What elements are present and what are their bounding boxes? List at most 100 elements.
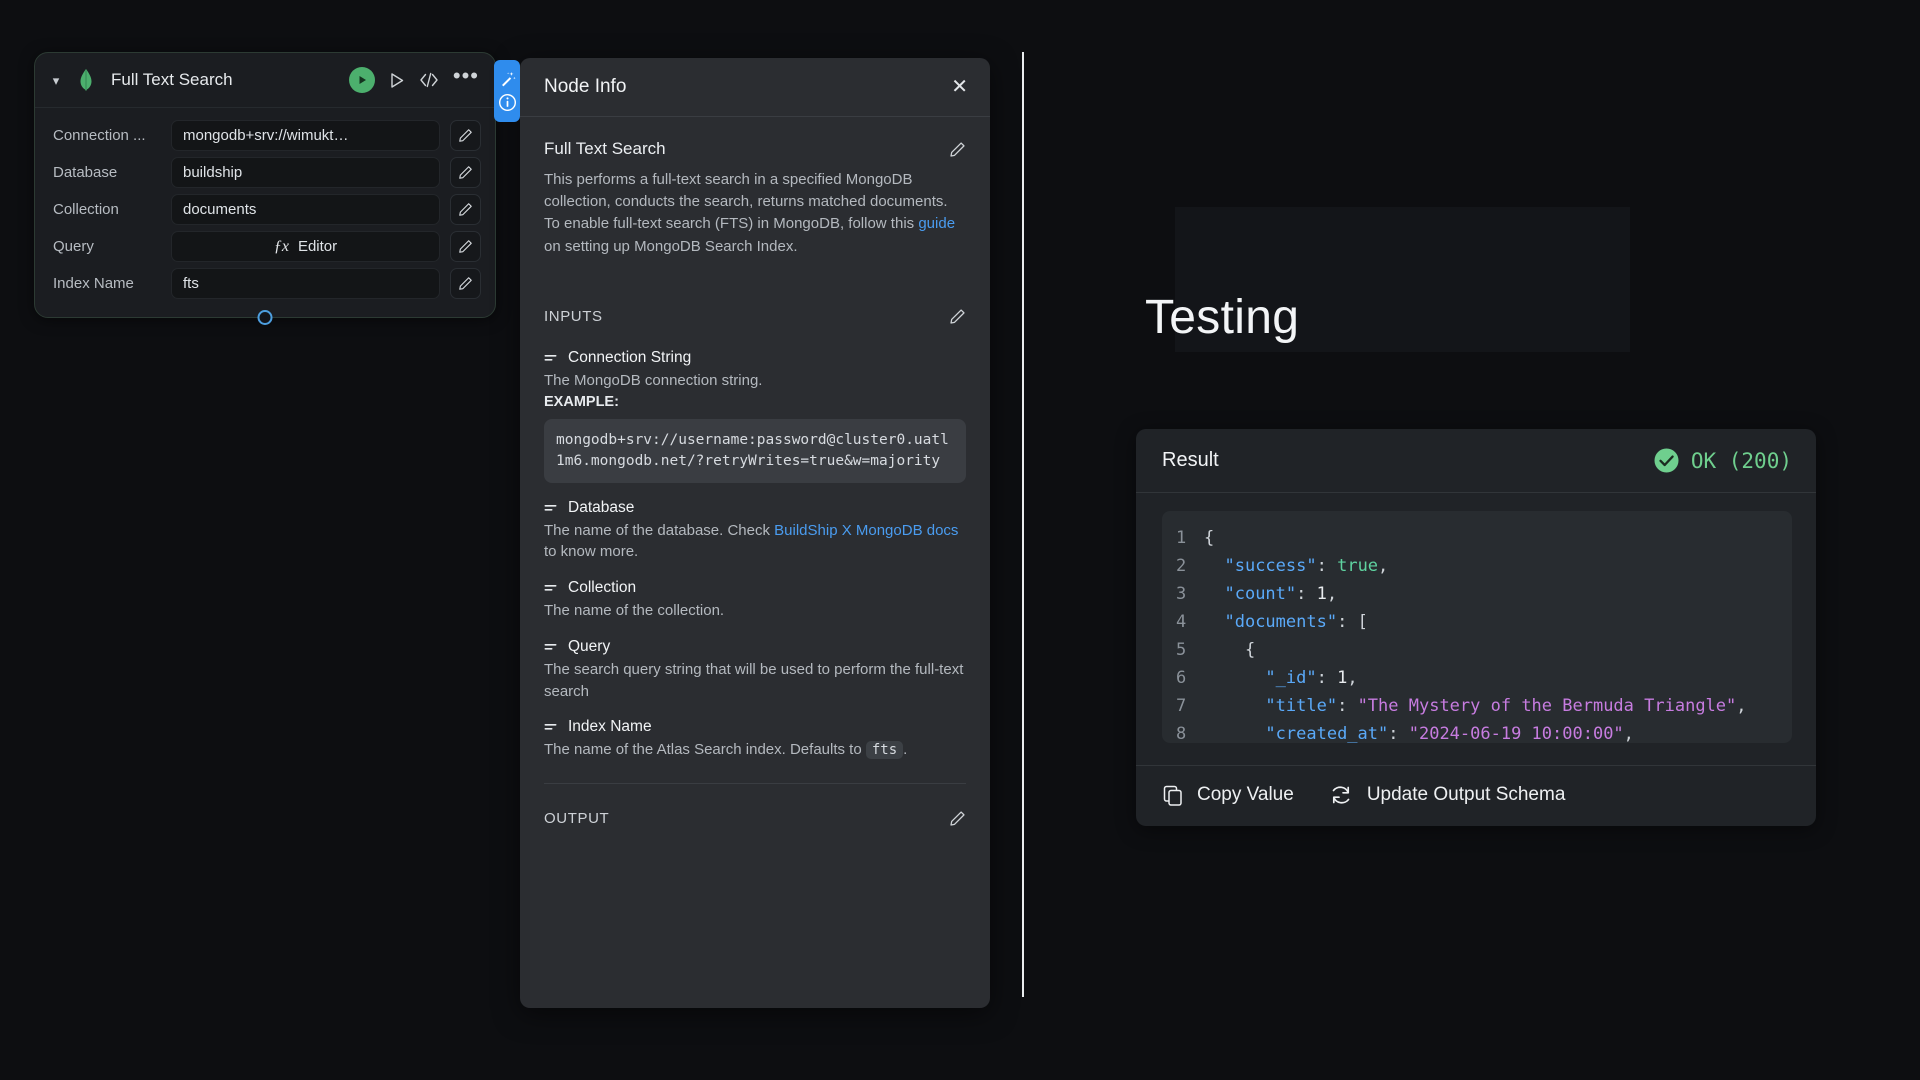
run-circle-icon[interactable] xyxy=(348,67,375,93)
input-name: Collection xyxy=(568,579,637,597)
guide-link[interactable]: guide xyxy=(918,215,955,232)
input-name-row: Query xyxy=(544,638,966,656)
field-row-connection: Connection ... mongodb+srv://wimukt… xyxy=(49,120,481,151)
result-body: 1 {2 "success": true, 3 "count": 1, 4 "docu… xyxy=(1136,493,1816,751)
code-line-number: 5 xyxy=(1176,640,1187,660)
input-item-connection-string: Connection String The MongoDB connection… xyxy=(544,333,966,483)
close-icon[interactable]: ✕ xyxy=(951,77,968,97)
database-input[interactable]: buildship xyxy=(171,157,440,188)
magic-wand-icon[interactable] xyxy=(499,71,516,88)
code-line-number: 3 xyxy=(1176,584,1187,604)
code-line: 6 "_id": 1, xyxy=(1176,664,1778,692)
code-line: 8 "created_at": "2024-06-19 10:00:00", xyxy=(1176,720,1778,743)
code-line: 7 "title": "The Mystery of the Bermuda T… xyxy=(1176,692,1778,720)
edit-pencil-icon[interactable] xyxy=(949,810,966,827)
code-line-number: 8 xyxy=(1176,724,1187,743)
input-description: The name of the database. Check BuildShi… xyxy=(544,517,966,564)
code-line-text: "count": 1, xyxy=(1224,584,1338,604)
desc-after: . xyxy=(903,741,908,759)
node-info-scroll-area[interactable]: Full Text Search This performs a full-te… xyxy=(520,117,990,1008)
edit-pencil-icon[interactable] xyxy=(949,308,966,325)
panel-side-tabs[interactable] xyxy=(494,60,520,122)
query-editor-label: Editor xyxy=(297,238,338,255)
edit-pencil-icon[interactable] xyxy=(949,141,966,158)
edit-pencil-icon[interactable] xyxy=(450,157,481,188)
node-description: This performs a full-text search in a sp… xyxy=(544,169,966,262)
more-options-icon[interactable]: ••• xyxy=(453,65,479,89)
input-name: Database xyxy=(568,498,635,516)
code-line-text: "documents": [ xyxy=(1224,612,1368,632)
check-circle-icon xyxy=(1653,447,1680,474)
code-line-text: { xyxy=(1204,528,1215,548)
input-description: The name of the collection. xyxy=(544,602,725,620)
copy-icon xyxy=(1162,784,1184,806)
index-name-input[interactable]: fts xyxy=(171,268,440,299)
code-line-text: "success": true, xyxy=(1224,556,1389,576)
result-code-viewer[interactable]: 1 {2 "success": true, 3 "count": 1, 4 "docu… xyxy=(1162,511,1792,743)
node-fields: Connection ... mongodb+srv://wimukt… Dat… xyxy=(35,108,495,317)
code-line-number: 1 xyxy=(1176,528,1187,548)
node-info-header: Node Info ✕ xyxy=(520,58,990,117)
input-description: The search query string that will be use… xyxy=(544,660,964,700)
copy-value-button[interactable]: Copy Value xyxy=(1162,784,1294,806)
code-line-text: "_id": 1, xyxy=(1265,668,1358,688)
update-output-schema-button[interactable]: Update Output Schema xyxy=(1328,784,1566,806)
node-header[interactable]: ▾ Full Text Search ••• xyxy=(35,53,495,108)
field-row-database: Database buildship xyxy=(49,157,481,188)
example-label: EXAMPLE: xyxy=(544,393,619,410)
info-circle-icon[interactable] xyxy=(498,93,517,112)
node-output-handle[interactable] xyxy=(257,310,273,325)
desc-before: The name of the Atlas Search index. Defa… xyxy=(544,741,866,759)
query-editor-button[interactable]: ƒx Editor xyxy=(171,231,440,262)
code-line-number: 2 xyxy=(1176,556,1187,576)
field-label: Index Name xyxy=(53,275,134,292)
input-item-query: Query The search query string that will … xyxy=(544,622,966,703)
equals-field-icon xyxy=(544,722,559,732)
edit-pencil-icon[interactable] xyxy=(450,194,481,225)
input-name-row: Connection String xyxy=(544,349,966,367)
code-line-text: "created_at": "2024-06-19 10:00:00", xyxy=(1265,724,1634,743)
refresh-icon xyxy=(1328,784,1354,806)
code-line-number: 7 xyxy=(1176,696,1187,716)
chevron-down-icon[interactable]: ▾ xyxy=(49,74,63,87)
inputs-heading: INPUTS xyxy=(544,307,603,325)
code-lines-container: 1 {2 "success": true, 3 "count": 1, 4 "docu… xyxy=(1176,524,1778,743)
equals-field-icon xyxy=(544,583,559,593)
edit-pencil-icon[interactable] xyxy=(450,231,481,262)
node-info-panel: Node Info ✕ Full Text Search This perfor… xyxy=(520,58,990,1008)
result-header: Result OK (200) xyxy=(1136,429,1816,493)
update-output-schema-label: Update Output Schema xyxy=(1366,784,1566,805)
code-brackets-icon[interactable] xyxy=(419,72,439,88)
mongodb-docs-link[interactable]: BuildShip X MongoDB docs xyxy=(774,522,958,539)
node-info-content: Full Text Search This performs a full-te… xyxy=(520,117,990,835)
default-value-code: fts xyxy=(865,741,904,760)
input-description: The name of the Atlas Search index. Defa… xyxy=(544,736,966,761)
input-description: The MongoDB connection string. xyxy=(544,371,763,389)
connection-string-input[interactable]: mongodb+srv://wimukt… xyxy=(171,120,440,151)
copy-value-label: Copy Value xyxy=(1197,784,1294,805)
edit-pencil-icon[interactable] xyxy=(450,268,481,299)
play-icon[interactable] xyxy=(389,72,405,89)
input-name-row: Database xyxy=(544,499,966,517)
testing-title: Testing xyxy=(1145,291,1300,344)
code-line-number: 6 xyxy=(1176,668,1187,688)
input-name: Index Name xyxy=(568,718,652,736)
field-row-index-name: Index Name fts xyxy=(49,268,481,299)
workflow-node-full-text-search[interactable]: ▾ Full Text Search ••• Connection ... mo… xyxy=(34,52,496,325)
equals-field-icon xyxy=(544,503,559,513)
input-name: Connection String xyxy=(568,348,692,366)
equals-field-icon xyxy=(544,353,559,363)
code-line-number: 4 xyxy=(1176,612,1187,632)
fx-icon: ƒx xyxy=(273,237,289,255)
result-title: Result xyxy=(1162,449,1219,471)
inputs-section-header: INPUTS xyxy=(544,280,966,333)
collection-input[interactable]: documents xyxy=(171,194,440,225)
edit-pencil-icon[interactable] xyxy=(450,120,481,151)
workflow-canvas: ▾ Full Text Search ••• Connection ... mo… xyxy=(0,0,1920,1080)
code-line-text: "title": "The Mystery of the Bermuda Tri… xyxy=(1265,696,1747,716)
input-item-index-name: Index Name The name of the Atlas Search … xyxy=(544,702,966,761)
mongodb-leaf-icon xyxy=(77,69,95,91)
desc-after: to know more. xyxy=(544,543,639,561)
code-line: 2 "success": true, xyxy=(1176,552,1778,580)
desc-before: The name of the database. Check xyxy=(544,521,775,539)
